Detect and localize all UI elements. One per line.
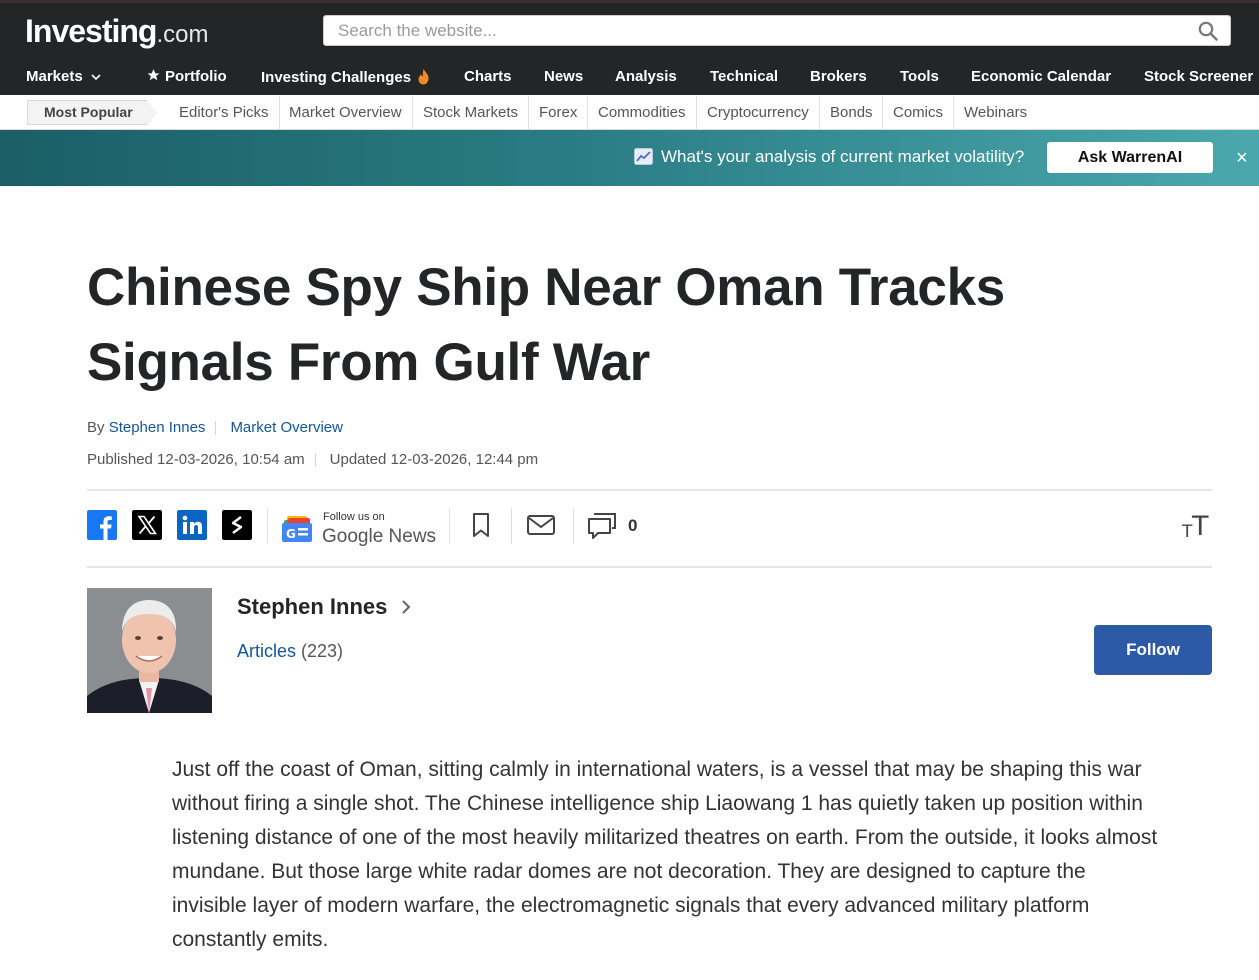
- updated-date: Updated 12-03-2026, 12:44 pm: [329, 451, 539, 468]
- divider: [267, 508, 268, 544]
- nav-technical[interactable]: Technical: [710, 68, 778, 85]
- search-icon[interactable]: [1198, 21, 1218, 41]
- x-icon[interactable]: [132, 510, 162, 540]
- author-link[interactable]: Stephen Innes: [109, 419, 206, 436]
- nav-news[interactable]: News: [544, 68, 583, 85]
- font-size-icon[interactable]: T T: [1181, 510, 1213, 540]
- articles-count: (223): [301, 641, 344, 661]
- close-icon[interactable]: ×: [1236, 147, 1248, 170]
- site-logo[interactable]: Investing .com: [25, 13, 208, 50]
- share-bar: G Follow us on Google News 0 T T: [87, 508, 1213, 547]
- nav-economic-calendar[interactable]: Economic Calendar: [971, 68, 1111, 85]
- divider: [696, 96, 697, 129]
- search-input[interactable]: [324, 16, 1184, 45]
- nav-portfolio[interactable]: Portfolio: [146, 68, 227, 85]
- nav-label: Investing Challenges: [261, 69, 412, 86]
- nav-investing-challenges[interactable]: Investing Challenges: [261, 68, 430, 86]
- ask-warrenai-button[interactable]: Ask WarrenAI: [1047, 142, 1213, 173]
- follow-button[interactable]: Follow: [1094, 625, 1212, 675]
- divider: [87, 566, 1212, 568]
- google-news-icon: G: [282, 516, 312, 542]
- sub-nav-forex[interactable]: Forex: [539, 104, 577, 121]
- sub-nav-bonds[interactable]: Bonds: [830, 104, 873, 121]
- divider: [587, 96, 588, 129]
- chart-trend-icon: [634, 148, 653, 165]
- articles-label: Articles: [237, 641, 297, 661]
- google-news-follow[interactable]: G Follow us on Google News: [282, 511, 442, 547]
- article-body-paragraph: Just off the coast of Oman, sitting calm…: [172, 758, 1158, 951]
- published-date: Published 12-03-2026, 10:54 am: [87, 451, 305, 468]
- by-prefix: By: [87, 419, 105, 436]
- divider: [215, 421, 217, 436]
- logo-brand: Investing: [25, 13, 157, 49]
- search-box[interactable]: [323, 15, 1231, 46]
- divider: [819, 96, 820, 129]
- comment-icon[interactable]: [587, 510, 617, 540]
- sub-nav-most-popular[interactable]: Most Popular: [27, 100, 157, 126]
- sub-nav-comics[interactable]: Comics: [893, 104, 943, 121]
- author-articles[interactable]: Articles (223): [237, 641, 343, 662]
- author-avatar[interactable]: [87, 588, 212, 713]
- banner-text: What's your analysis of current market v…: [661, 147, 1025, 166]
- bookmark-icon[interactable]: [466, 510, 496, 540]
- author-photo: [87, 588, 212, 713]
- svg-text:T: T: [1191, 511, 1209, 540]
- chevron-down-icon: [91, 74, 101, 81]
- logo-tld: .com: [156, 21, 209, 48]
- sub-nav-editors-picks[interactable]: Editor's Picks: [179, 104, 269, 121]
- byline: By Stephen Innes Market Overview: [87, 419, 343, 436]
- star-icon: [147, 69, 160, 81]
- sub-nav-stock-markets[interactable]: Stock Markets: [423, 104, 518, 121]
- fire-icon: [418, 69, 429, 85]
- sub-nav-commodities[interactable]: Commodities: [598, 104, 686, 121]
- divider: [882, 96, 883, 129]
- divider: [528, 96, 529, 129]
- facebook-icon[interactable]: [87, 510, 117, 540]
- chevron-right-icon[interactable]: [400, 598, 412, 616]
- divider: [953, 96, 954, 129]
- article-dates: Published 12-03-2026, 10:54 am Updated 12…: [87, 451, 538, 468]
- divider: [279, 96, 280, 129]
- divider: [573, 508, 574, 544]
- category-link[interactable]: Market Overview: [230, 419, 343, 436]
- divider: [87, 489, 1212, 491]
- nav-brokers[interactable]: Brokers: [810, 68, 867, 85]
- mail-icon[interactable]: [526, 510, 556, 540]
- article-headline: Chinese Spy Ship Near Oman Tracks Signal…: [87, 258, 1005, 392]
- nav-analysis[interactable]: Analysis: [615, 68, 677, 85]
- site-header: Investing.com Markets Portfolio Investin…: [0, 0, 1259, 95]
- divider: [314, 453, 316, 468]
- sub-nav-market-overview[interactable]: Market Overview: [289, 104, 402, 121]
- nav-charts[interactable]: Charts: [464, 68, 512, 85]
- svg-text:G: G: [286, 527, 296, 541]
- main-nav: Markets Portfolio Investing Challenges C…: [0, 61, 1259, 95]
- google-news-small-text: Follow us on: [323, 511, 385, 523]
- comment-count: 0: [628, 516, 638, 535]
- substack-icon[interactable]: [222, 510, 252, 540]
- nav-label: Markets: [26, 68, 83, 85]
- warrenai-banner: What's your analysis of current market v…: [0, 130, 1259, 186]
- sub-nav-cryptocurrency[interactable]: Cryptocurrency: [707, 104, 809, 121]
- sub-nav: Most Popular Editor's Picks Market Overv…: [0, 95, 1259, 130]
- google-news-label: Google News: [322, 526, 437, 547]
- nav-label: Portfolio: [165, 68, 227, 85]
- divider: [511, 508, 512, 544]
- linkedin-icon[interactable]: [177, 510, 207, 540]
- nav-stock-screener[interactable]: Stock Screener: [1144, 68, 1253, 85]
- divider: [449, 508, 450, 544]
- nav-tools[interactable]: Tools: [900, 68, 939, 85]
- divider: [412, 96, 413, 129]
- sub-nav-webinars[interactable]: Webinars: [964, 104, 1027, 121]
- author-name[interactable]: Stephen Innes: [237, 594, 387, 620]
- nav-markets[interactable]: Markets: [26, 68, 102, 85]
